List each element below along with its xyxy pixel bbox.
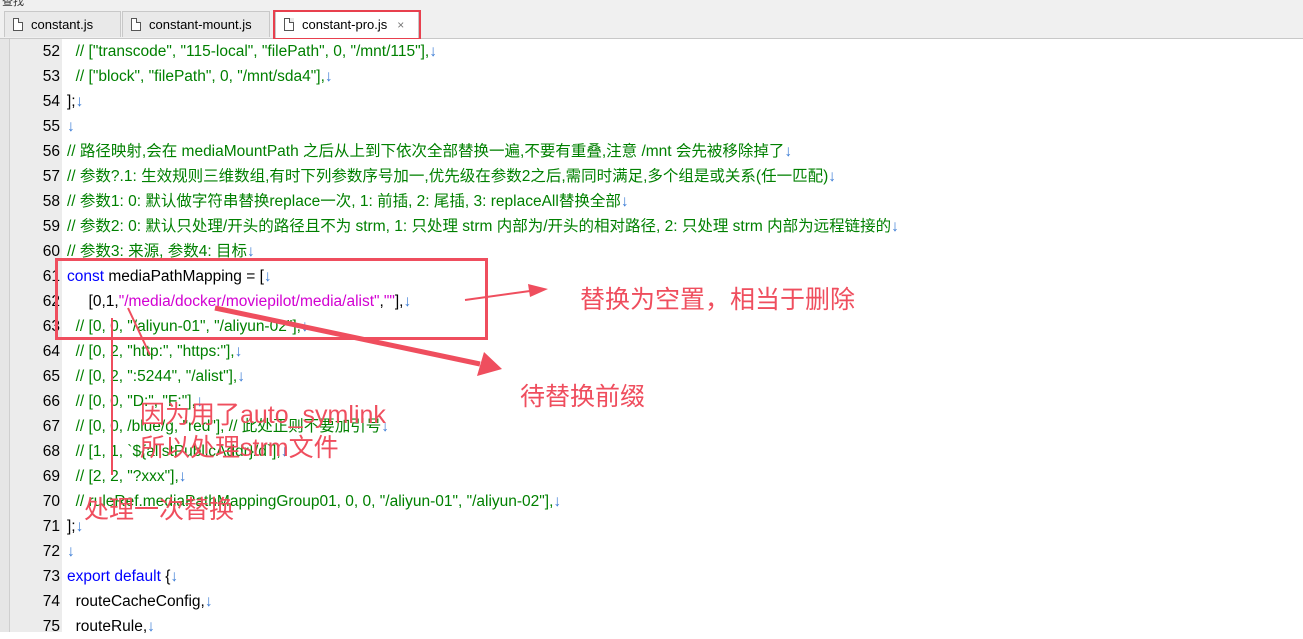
annotation-reason-auto-symlink: 因为用了auto_symlink: [140, 401, 386, 429]
annotation-prefix-to-replace: 待替换前缀: [520, 383, 646, 411]
annotation-reason-strm: 所以处理strm文件: [140, 434, 339, 462]
annotation-process-once: 处理一次替换: [84, 496, 235, 524]
annotation-arrows: [111, 284, 548, 475]
annotation-replace-empty: 替换为空置，相当于删除: [580, 286, 856, 314]
